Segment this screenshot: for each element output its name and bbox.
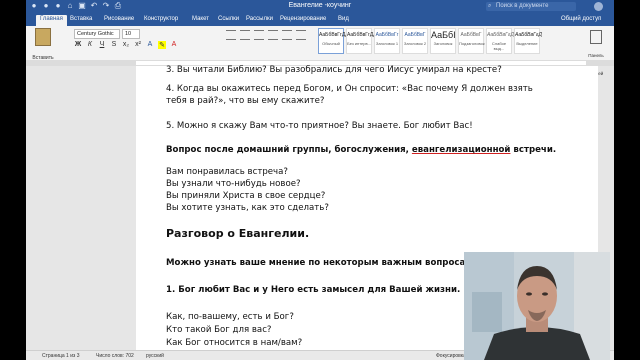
ask-opinion: Можно узнать ваше мнение по некоторым ва… <box>166 258 478 268</box>
style-heading-2[interactable]: АаБбВвГ Заголовок 2 <box>402 28 428 54</box>
superscript-icon[interactable]: x² <box>134 41 142 49</box>
page-counter[interactable]: Страница 1 из 3 <box>42 353 79 359</box>
misspelled-word: евангелизационной <box>411 145 511 155</box>
multilevel-icon[interactable] <box>254 30 264 40</box>
list-item-2: Кто такой Бог для вас? <box>166 325 272 335</box>
tab-design[interactable]: Конструктор <box>144 16 178 22</box>
style-name: Слабое выд... <box>491 41 507 51</box>
style-emphasis[interactable]: АаБбВвГгД Выделение <box>514 28 542 54</box>
numbering-icon[interactable] <box>240 30 250 40</box>
style-preview: АаБбВвГгДд <box>487 32 517 38</box>
question-3: Вы приняли Христа в свое сердце? <box>166 191 326 201</box>
style-subtitle[interactable]: АаБбВвГ Подзаголовок <box>458 28 485 54</box>
ribbon-tabs: Главная Вставка Рисование Конструктор Ма… <box>26 14 614 27</box>
style-preview: АаБбВвГгДд <box>347 32 377 38</box>
font-name-select[interactable]: Century Gothic <box>74 29 120 39</box>
sort-icon[interactable] <box>296 30 306 40</box>
tab-insert[interactable]: Вставка <box>70 16 92 22</box>
style-name: Обычный <box>322 41 340 46</box>
question-2: Вы узнали что-нибудь новое? <box>166 179 301 189</box>
tab-layout[interactable]: Макет <box>192 16 209 22</box>
tab-references[interactable]: Ссылки <box>218 16 239 22</box>
share-button[interactable]: Общий доступ <box>561 16 601 22</box>
paragraph-4-line-2: тебя в рай?», что вы ему скажите? <box>166 96 325 106</box>
heading-part: Вопрос после домашний группы, богослужен… <box>166 145 412 155</box>
bullets-icon[interactable] <box>226 30 236 40</box>
title-bar: ● ● ● ⌂ ▣ ↶ ↷ ⎙ Евангелие -коучинг ⌕ Пои… <box>26 0 614 14</box>
language[interactable]: русский <box>146 353 164 359</box>
style-preview: АаБбВвГгД <box>515 32 542 38</box>
indent-icon[interactable] <box>268 30 278 40</box>
style-name: Без интерв... <box>347 41 371 46</box>
presenter-video <box>464 252 610 360</box>
style-preview: АаБбВвГ <box>404 32 426 38</box>
heading-part: встречи. <box>510 145 557 155</box>
style-name: Заголовок 1 <box>375 41 399 46</box>
focus-mode[interactable]: Фокусировка <box>436 353 466 359</box>
style-name: Заголовок 2 <box>403 41 427 46</box>
list-item-3: Как Бог относится в нам/вам? <box>166 338 303 348</box>
style-name: Выделение <box>516 41 538 46</box>
list-item-1: Как, по-вашему, есть и Бог? <box>166 312 294 322</box>
search-icon: ⌕ <box>488 3 492 9</box>
search-placeholder: Поиск в документе <box>496 3 549 9</box>
section-heading-questions: Вопрос после домашний группы, богослужен… <box>166 145 556 155</box>
heading-gospel-talk: Разговор о Евангелии. <box>166 227 310 240</box>
italic-button[interactable]: К <box>86 41 94 49</box>
paste-button[interactable]: Вставить <box>32 28 54 64</box>
ribbon-home: Вставить Century Gothic 10 Ж К Ч S x₂ x²… <box>26 26 614 76</box>
style-preview: АаБбІ <box>431 30 456 40</box>
clipboard-icon <box>35 28 51 46</box>
webcam-overlay <box>464 252 610 360</box>
bold-button[interactable]: Ж <box>74 41 82 49</box>
style-name: Подзаголовок <box>459 41 485 46</box>
tab-view[interactable]: Вид <box>338 16 349 22</box>
strikethrough-icon[interactable]: S <box>110 41 118 49</box>
format-buttons: Ж К Ч S x₂ x² A ✎ A <box>74 41 178 49</box>
styles-gallery: АаБбВвГгДд Обычный АаБбВвГгДд Без интерв..… <box>318 28 542 54</box>
style-title[interactable]: АаБбІ Заголовок <box>430 28 456 54</box>
style-preview: АаБбВвГг <box>375 32 399 38</box>
style-preview: АаБбВвГ <box>460 32 482 38</box>
underline-button[interactable]: Ч <box>98 41 106 49</box>
search-input[interactable]: ⌕ Поиск в документе <box>486 2 576 11</box>
style-subtle-emphasis[interactable]: АаБбВвГгДд Слабое выд... <box>486 28 517 54</box>
point-1: 1. Бог любит Вас и у Него есть замысел д… <box>166 285 461 295</box>
subscript-icon[interactable]: x₂ <box>122 41 130 49</box>
paragraph-4-line-1: 4. Когда вы окажитесь перед Богом, и Он … <box>166 84 533 94</box>
font-color-icon[interactable]: A <box>170 41 178 49</box>
style-no-spacing[interactable]: АаБбВвГгДд Без интерв... <box>346 28 377 54</box>
question-4: Вы хотите узнать, как это сделать? <box>166 203 329 213</box>
avatar[interactable] <box>594 2 603 11</box>
style-heading-1[interactable]: АаБбВвГг Заголовок 1 <box>374 28 400 54</box>
styles-pane-icon <box>590 30 602 44</box>
outdent-icon[interactable] <box>282 30 292 40</box>
word-count[interactable]: Число слов: 702 <box>96 353 134 359</box>
style-normal[interactable]: АаБбВвГгДд Обычный <box>318 28 349 54</box>
highlight-icon[interactable]: ✎ <box>158 41 166 49</box>
tab-review[interactable]: Рецензирование <box>280 16 326 22</box>
paragraph-buttons <box>226 30 306 40</box>
paragraph-5: 5. Можно я скажу Вам что-то приятное? Вы… <box>166 121 473 131</box>
tab-mailings[interactable]: Рассылки <box>246 16 273 22</box>
style-preview: АаБбВвГгДд <box>319 32 349 38</box>
text-effects-icon[interactable]: A <box>146 41 154 49</box>
tab-draw[interactable]: Рисование <box>104 16 134 22</box>
question-1: Вам понравилась встреча? <box>166 167 288 177</box>
style-name: Заголовок <box>433 41 453 46</box>
paragraph-3: 3. Вы читали Библию? Вы разобрались для … <box>166 65 502 75</box>
font-size-select[interactable]: 10 <box>122 29 140 39</box>
